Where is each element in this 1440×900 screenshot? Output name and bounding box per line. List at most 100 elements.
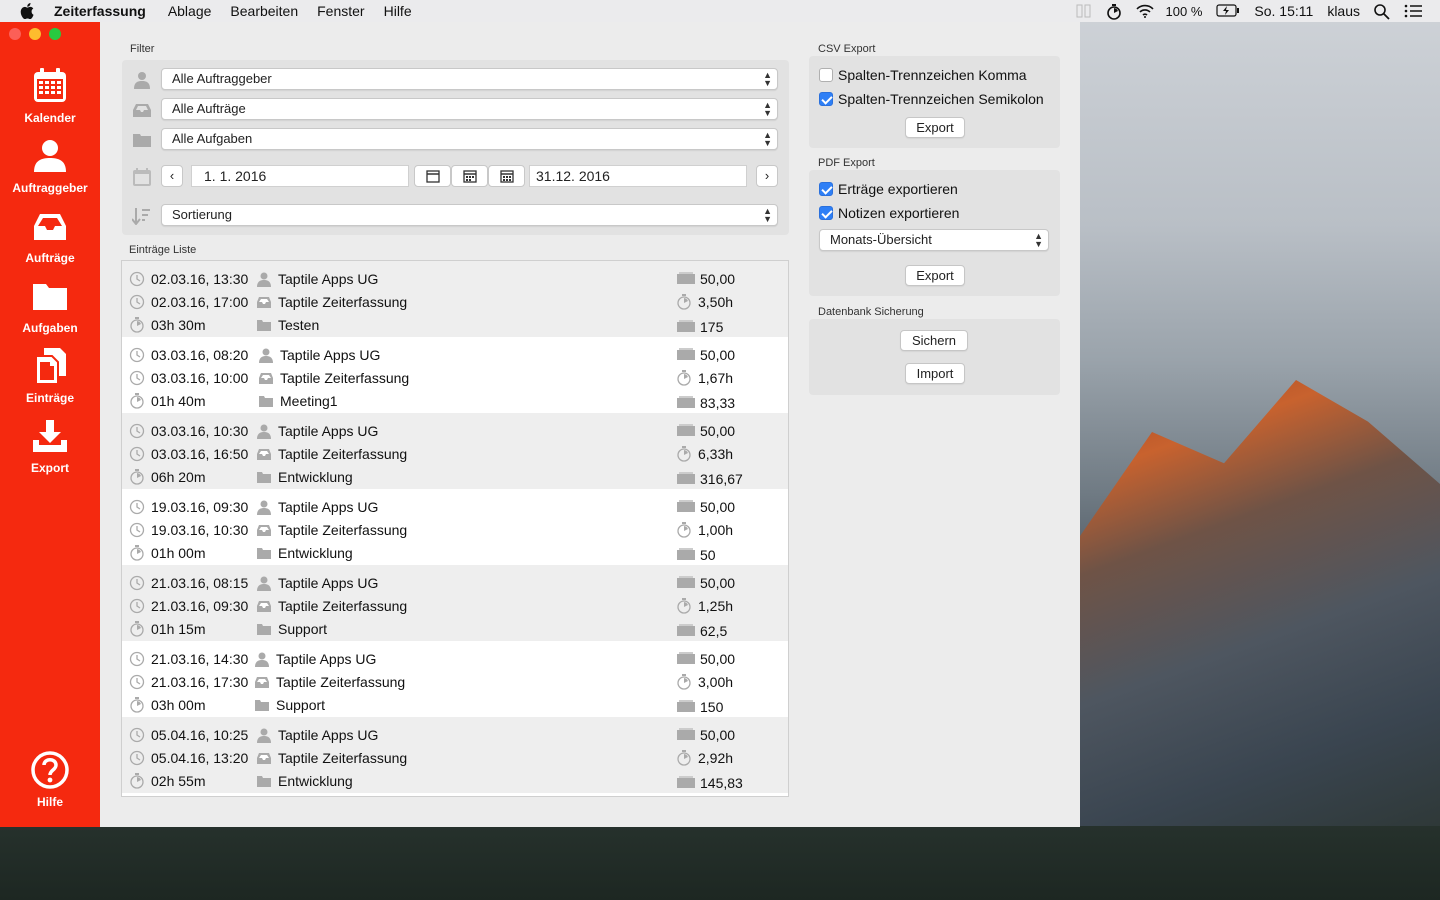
stopwatch-icon bbox=[129, 393, 145, 409]
entry-end: 05.04.16, 13:20 bbox=[151, 750, 249, 766]
order-select[interactable]: Alle Aufträge ▲ ▼ bbox=[161, 98, 778, 120]
menu-ablage[interactable]: Ablage bbox=[168, 3, 212, 19]
sidebar-item-export[interactable]: Export bbox=[0, 416, 100, 475]
menu-fenster[interactable]: Fenster bbox=[317, 3, 364, 19]
timer-icon[interactable] bbox=[1106, 4, 1122, 20]
minimize-window-button[interactable] bbox=[29, 28, 41, 40]
money-icon bbox=[676, 547, 695, 561]
checkbox[interactable] bbox=[819, 182, 833, 196]
entry-start: 03.03.16, 08:20 bbox=[151, 347, 249, 363]
entry-amount: 175 bbox=[700, 319, 724, 335]
entry-end: 03.03.16, 10:00 bbox=[151, 370, 249, 386]
spotlight-search-icon[interactable] bbox=[1374, 4, 1390, 20]
pdf-income-option[interactable]: Erträge exportieren bbox=[819, 180, 958, 198]
chevron-right-icon: › bbox=[764, 168, 770, 183]
csv-comma-option[interactable]: Spalten-Trennzeichen Komma bbox=[819, 66, 1027, 84]
backup-import-button[interactable]: Import bbox=[905, 363, 965, 384]
checkbox[interactable] bbox=[819, 206, 833, 220]
list-item[interactable]: 21.03.16, 08:15 21.03.16, 09:30 01h 15m Tap… bbox=[122, 565, 788, 641]
sidebar-item-label: Aufträge bbox=[25, 251, 75, 265]
sidebar-item-label: Auftraggeber bbox=[12, 181, 88, 195]
previous-period-button[interactable]: ‹ bbox=[161, 165, 183, 187]
list-item[interactable]: 03.03.16, 08:20 03.03.16, 10:00 01h 40m Tap… bbox=[122, 337, 788, 413]
sort-select[interactable]: Sortierung ▲ ▼ bbox=[161, 204, 778, 226]
sidebar-item-kalender[interactable]: Kalender bbox=[0, 66, 100, 125]
sidebar-item-auftraege[interactable]: Aufträge bbox=[0, 206, 100, 265]
entry-order: Taptile Zeiterfassung bbox=[276, 674, 406, 690]
entries-list[interactable]: 02.03.16, 13:30 02.03.16, 17:00 03h 30m Tap… bbox=[121, 260, 789, 797]
list-item[interactable]: 03.03.16, 10:30 03.03.16, 16:50 06h 20m Tap… bbox=[122, 413, 788, 489]
filter-panel: Alle Auftraggeber ▲▼ Alle Aufträge ▲▼ bbox=[122, 60, 789, 235]
sidebar-item-eintraege[interactable]: Einträge bbox=[0, 346, 100, 405]
zoom-window-button[interactable] bbox=[49, 28, 61, 40]
money-icon bbox=[676, 271, 695, 285]
entry-amount: 50 bbox=[700, 547, 716, 563]
entry-order: Taptile Zeiterfassung bbox=[280, 370, 410, 386]
entry-hours: 2,92h bbox=[698, 750, 734, 766]
folder-icon bbox=[254, 697, 270, 711]
close-window-button[interactable] bbox=[9, 28, 21, 40]
inbox-tray-icon bbox=[256, 522, 272, 536]
clock-icon bbox=[129, 522, 145, 538]
entry-order: Taptile Zeiterfassung bbox=[278, 750, 408, 766]
clock[interactable]: So. 15:11 bbox=[1254, 3, 1313, 19]
clock-icon bbox=[129, 347, 145, 363]
help-button[interactable]: Hilfe bbox=[0, 750, 100, 809]
csv-export-button[interactable]: Export bbox=[905, 117, 965, 138]
status-menu-icon[interactable] bbox=[1076, 4, 1092, 18]
pdf-notes-option[interactable]: Notizen exportieren bbox=[819, 204, 959, 222]
wifi-icon[interactable] bbox=[1135, 4, 1154, 18]
help-icon bbox=[31, 751, 69, 789]
pdf-export-button[interactable]: Export bbox=[905, 265, 965, 286]
date-to-field[interactable]: 31.12. 2016 bbox=[529, 165, 747, 187]
calendar-month-button[interactable] bbox=[451, 165, 488, 187]
main-content: Filter Alle Auftraggeber ▲ ▼ Alle Aufträg… bbox=[100, 22, 1080, 827]
clock-icon bbox=[129, 750, 145, 766]
stopwatch-icon bbox=[129, 621, 145, 637]
person-icon bbox=[256, 727, 272, 743]
list-item[interactable]: 21.03.16, 14:30 21.03.16, 17:30 03h 00m Tap… bbox=[122, 641, 788, 717]
list-item[interactable]: 02.03.16, 13:30 02.03.16, 17:00 03h 30m Tap… bbox=[122, 261, 788, 337]
entry-task: Entwicklung bbox=[278, 469, 353, 485]
notification-center-icon[interactable] bbox=[1404, 4, 1422, 18]
sort-select-value: Sortierung bbox=[172, 207, 232, 222]
app-menu[interactable]: Zeiterfassung bbox=[54, 3, 146, 19]
date-from-field[interactable]: 1. 1. 2016 bbox=[191, 165, 409, 187]
money-icon bbox=[676, 727, 695, 741]
entry-rate: 50,00 bbox=[700, 423, 736, 439]
entry-start: 03.03.16, 10:30 bbox=[151, 423, 249, 439]
sidebar-item-label: Kalender bbox=[24, 111, 76, 125]
entry-rate: 50,00 bbox=[700, 347, 736, 363]
next-period-button[interactable]: › bbox=[756, 165, 778, 187]
checkbox-label: Notizen exportieren bbox=[838, 205, 960, 221]
list-item[interactable]: 19.03.16, 09:30 19.03.16, 10:30 01h 00m Tap… bbox=[122, 489, 788, 565]
clock-icon bbox=[129, 575, 145, 591]
entry-duration: 01h 00m bbox=[151, 545, 206, 561]
sidebar-item-aufgaben[interactable]: Aufgaben bbox=[0, 276, 100, 335]
task-select[interactable]: Alle Aufgaben ▲ ▼ bbox=[161, 128, 778, 150]
pdf-export-panel: Erträge exportieren Notizen exportieren … bbox=[809, 170, 1060, 296]
pdf-export-title: PDF Export bbox=[818, 157, 875, 169]
filter-title: Filter bbox=[130, 43, 155, 55]
sidebar: Kalender Auftraggeber Aufträge Aufgaben bbox=[0, 22, 100, 827]
csv-semicolon-option[interactable]: Spalten-Trennzeichen Semikolon bbox=[819, 90, 1044, 108]
sidebar-item-auftraggeber[interactable]: Auftraggeber bbox=[0, 136, 100, 195]
inbox-tray-icon bbox=[256, 598, 272, 612]
apple-menu-icon[interactable] bbox=[20, 3, 34, 20]
pdf-view-select[interactable]: Monats-Übersicht ▲ ▼ bbox=[819, 229, 1049, 251]
client-select[interactable]: Alle Auftraggeber ▲ ▼ bbox=[161, 68, 778, 90]
backup-save-button[interactable]: Sichern bbox=[900, 330, 968, 351]
user-name[interactable]: klaus bbox=[1327, 3, 1360, 19]
battery-icon[interactable] bbox=[1216, 4, 1240, 18]
checkbox[interactable] bbox=[819, 68, 833, 82]
entry-duration: 03h 00m bbox=[151, 697, 206, 713]
list-item[interactable]: 05.04.16, 10:25 05.04.16, 13:20 02h 55m Tap… bbox=[122, 717, 788, 793]
money-icon bbox=[676, 775, 695, 789]
checkbox[interactable] bbox=[819, 92, 833, 106]
menu-bearbeiten[interactable]: Bearbeiten bbox=[230, 3, 298, 19]
menu-hilfe[interactable]: Hilfe bbox=[384, 3, 412, 19]
folder-icon bbox=[256, 621, 272, 635]
calendar-picker-to-button[interactable] bbox=[488, 165, 525, 187]
csv-export-panel: Spalten-Trennzeichen Komma Spalten-Trenn… bbox=[809, 56, 1060, 148]
calendar-picker-from-button[interactable] bbox=[414, 165, 451, 187]
